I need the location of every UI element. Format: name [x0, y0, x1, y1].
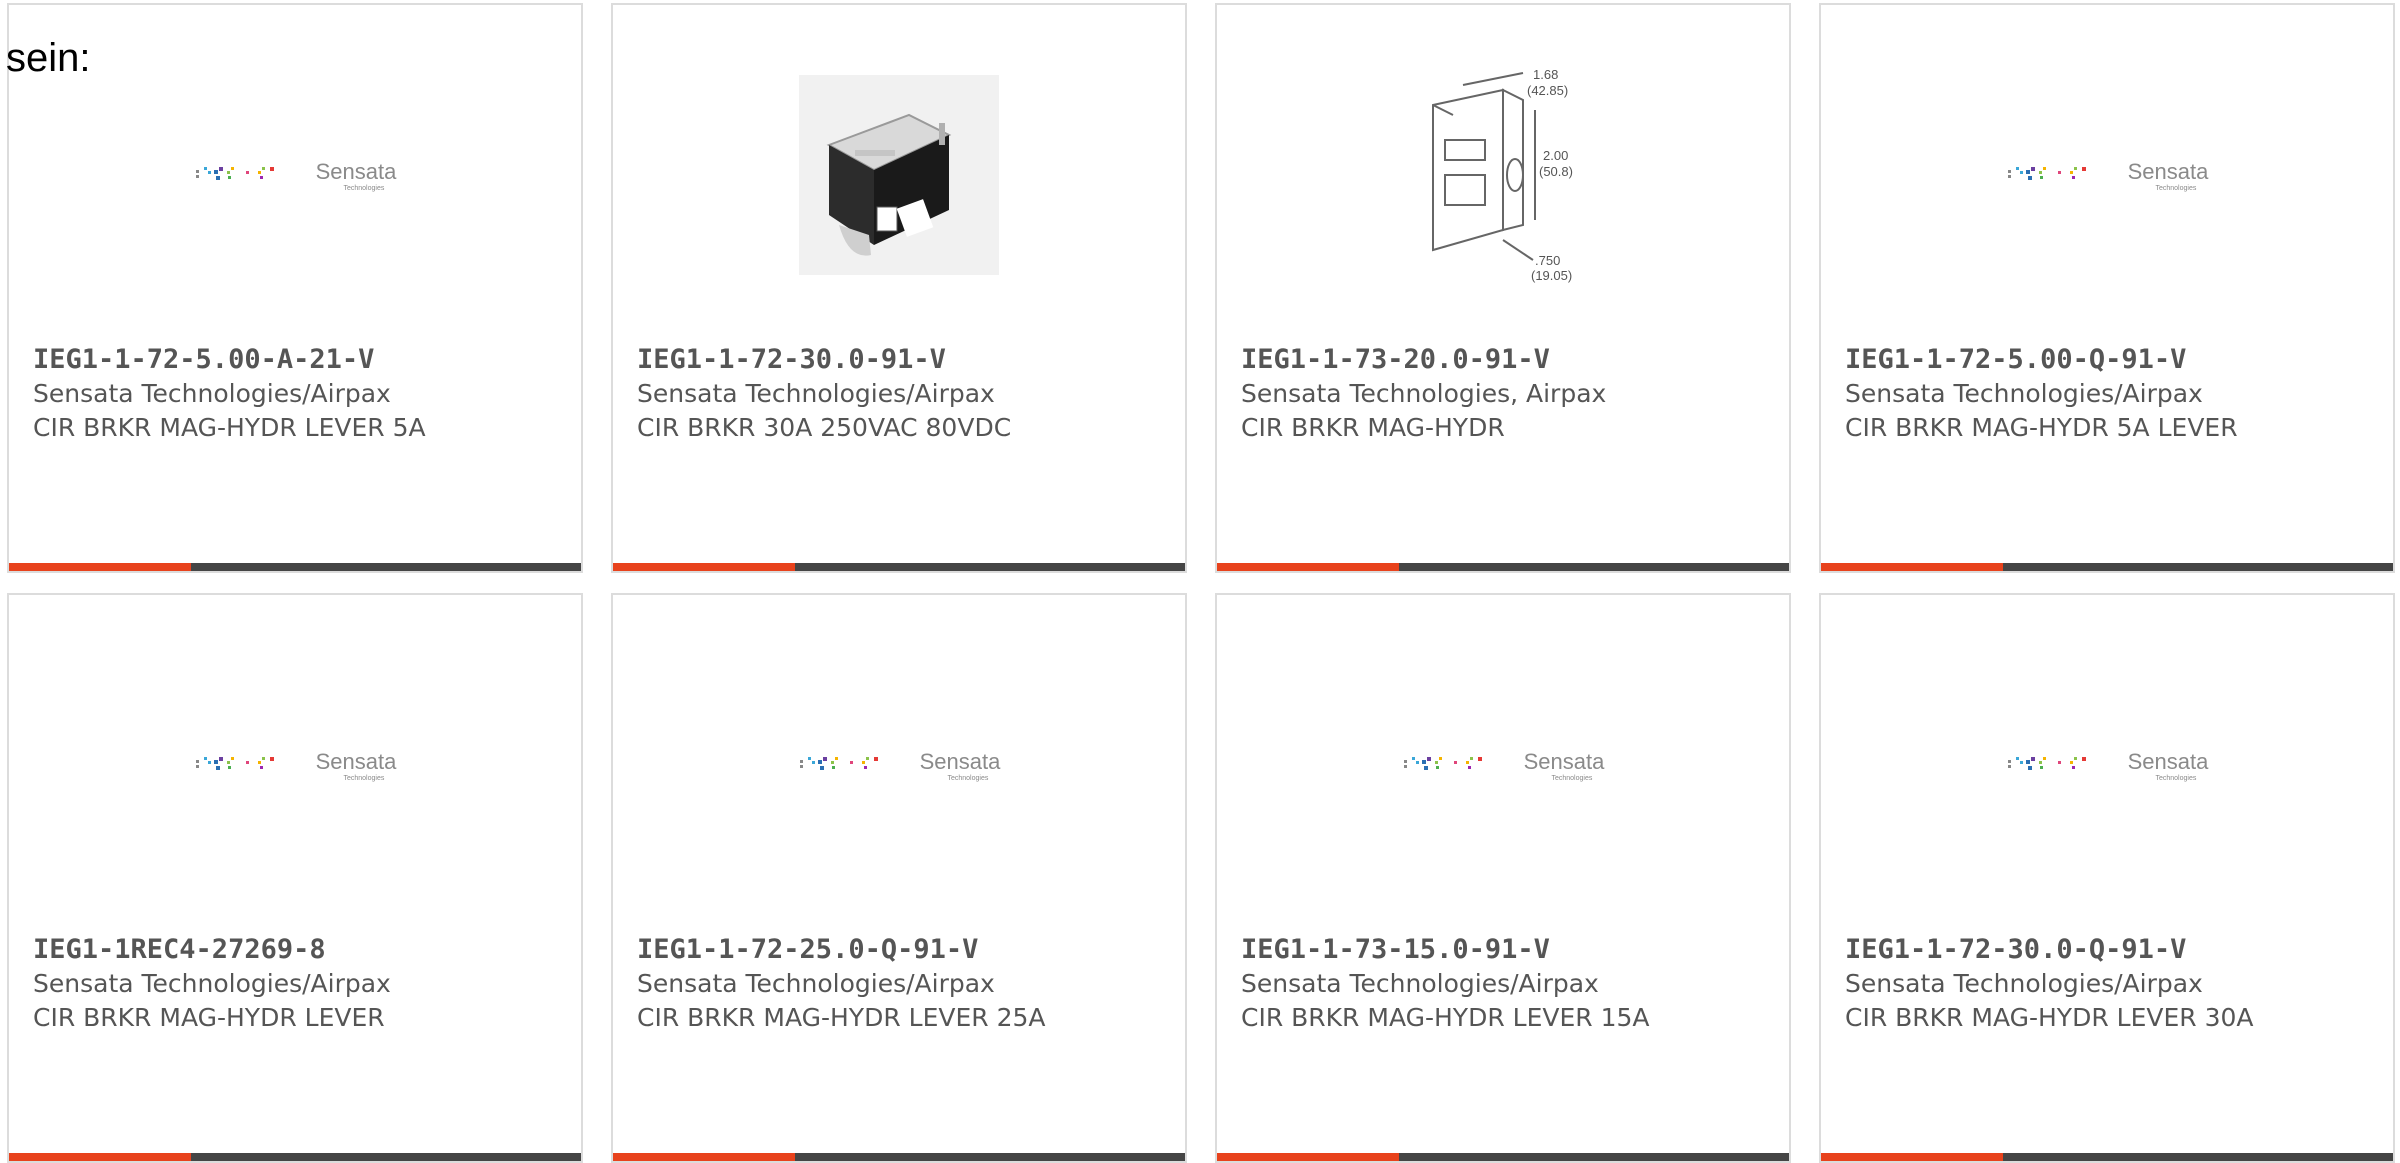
part-number[interactable]: IEG1-1-72-5.00-A-21-V [33, 343, 571, 377]
description: CIR BRKR 30A 250VAC 80VDC [637, 413, 1012, 442]
sensata-logo: Sensata Technologies [798, 748, 1001, 783]
sensata-dots-icon [195, 166, 274, 180]
dim-right: 2.00 [1543, 148, 1568, 163]
part-number[interactable]: IEG1-1-73-20.0-91-V [1241, 343, 1779, 377]
logo-brand: Sensata [1523, 748, 1605, 774]
card-accent [1821, 563, 2003, 571]
part-number[interactable]: IEG1-1-72-25.0-Q-91-V [637, 933, 1175, 967]
product-card[interactable]: Sensata Technologies IEG1-1-72-30.0-Q-91… [1819, 593, 2395, 1163]
intro-text: sein: [6, 36, 91, 80]
logo-brand: Sensata [315, 748, 397, 774]
logo-sub: Technologies [343, 184, 385, 192]
sensata-dots-icon [195, 756, 274, 770]
card-bottom-bar [613, 1153, 1185, 1161]
card-bottom-bar [1217, 1153, 1789, 1161]
product-image[interactable]: Sensata Technologies [613, 645, 1185, 885]
sensata-dots-icon [2007, 166, 2086, 180]
description: CIR BRKR MAG-HYDR 5A LEVER [1845, 413, 2238, 442]
product-image[interactable] [613, 55, 1185, 295]
product-card[interactable]: Sensata Technologies IEG1-1-72-5.00-A-21… [7, 3, 583, 573]
product-card[interactable]: Sensata Technologies IEG1-1REC4-27269-8 … [7, 593, 583, 1163]
product-image[interactable]: Sensata Technologies [1217, 645, 1789, 885]
sensata-logo: Sensata Technologies [2006, 748, 2209, 783]
logo-sub: Technologies [343, 774, 385, 782]
card-bottom-bar [1821, 563, 2393, 571]
manufacturer: Sensata Technologies, Airpax [1241, 379, 1607, 408]
manufacturer: Sensata Technologies/Airpax [637, 379, 995, 408]
sensata-logo: Sensata Technologies [2006, 158, 2209, 193]
description: CIR BRKR MAG-HYDR LEVER 25A [637, 1003, 1046, 1032]
card-accent [1217, 563, 1399, 571]
description: CIR BRKR MAG-HYDR LEVER 30A [1845, 1003, 2254, 1032]
dim-top: 1.68 [1533, 67, 1558, 82]
card-bottom-bar [9, 563, 581, 571]
logo-sub: Technologies [947, 774, 989, 782]
sensata-dots-icon [799, 756, 878, 770]
product-image[interactable]: 1.68 (42.85) 2.00 (50.8) .750 (19.05) [1217, 55, 1789, 295]
product-card[interactable]: 1.68 (42.85) 2.00 (50.8) .750 (19.05) IE… [1215, 3, 1791, 573]
description: CIR BRKR MAG-HYDR LEVER 15A [1241, 1003, 1650, 1032]
product-card[interactable]: Sensata Technologies IEG1-1-72-25.0-Q-91… [611, 593, 1187, 1163]
logo-sub: Technologies [2155, 774, 2197, 782]
manufacturer: Sensata Technologies/Airpax [1845, 379, 2203, 408]
product-card[interactable]: Sensata Technologies IEG1-1-73-15.0-91-V… [1215, 593, 1791, 1163]
part-number[interactable]: IEG1-1-72-30.0-Q-91-V [1845, 933, 2383, 967]
part-number[interactable]: IEG1-1-73-15.0-91-V [1241, 933, 1779, 967]
sensata-dots-icon [2007, 756, 2086, 770]
description: CIR BRKR MAG-HYDR LEVER 5A [33, 413, 426, 442]
manufacturer: Sensata Technologies/Airpax [1241, 969, 1599, 998]
product-grid: Sensata Technologies IEG1-1-72-5.00-A-21… [7, 3, 2400, 1163]
sensata-logo: Sensata Technologies [194, 748, 397, 783]
card-accent [9, 1153, 191, 1161]
product-image[interactable]: Sensata Technologies [1821, 55, 2393, 295]
card-bottom-bar [9, 1153, 581, 1161]
part-number[interactable]: IEG1-1REC4-27269-8 [33, 933, 571, 967]
logo-sub: Technologies [1551, 774, 1593, 782]
description: CIR BRKR MAG-HYDR [1241, 413, 1505, 442]
card-accent [9, 563, 191, 571]
sensata-logo: Sensata Technologies [1402, 748, 1605, 783]
sensata-dots-icon [1403, 756, 1482, 770]
logo-brand: Sensata [2127, 158, 2209, 184]
part-number[interactable]: IEG1-1-72-30.0-91-V [637, 343, 1175, 377]
product-card[interactable]: Sensata Technologies IEG1-1-72-5.00-Q-91… [1819, 3, 2395, 573]
card-accent [1217, 1153, 1399, 1161]
dim-bottom: .750 [1535, 253, 1560, 268]
manufacturer: Sensata Technologies/Airpax [637, 969, 995, 998]
product-image[interactable]: Sensata Technologies [9, 645, 581, 885]
breaker-drawing-icon: 1.68 (42.85) 2.00 (50.8) .750 (19.05) [1432, 67, 1573, 283]
product-image[interactable]: Sensata Technologies [1821, 645, 2393, 885]
card-bottom-bar [1217, 563, 1789, 571]
manufacturer: Sensata Technologies/Airpax [33, 969, 391, 998]
product-card[interactable]: IEG1-1-72-30.0-91-V Sensata Technologies… [611, 3, 1187, 573]
logo-brand: Sensata [919, 748, 1001, 774]
manufacturer: Sensata Technologies/Airpax [33, 379, 391, 408]
breaker-photo-icon [799, 75, 999, 275]
dim-top-mm: (42.85) [1527, 83, 1568, 98]
part-number[interactable]: IEG1-1-72-5.00-Q-91-V [1845, 343, 2383, 377]
card-accent [613, 1153, 795, 1161]
card-bottom-bar [613, 563, 1185, 571]
dim-bottom-mm: (19.05) [1531, 268, 1572, 283]
card-accent [1821, 1153, 2003, 1161]
sensata-logo: Sensata Technologies [194, 158, 397, 193]
card-bottom-bar [1821, 1153, 2393, 1161]
manufacturer: Sensata Technologies/Airpax [1845, 969, 2203, 998]
logo-brand: Sensata [315, 158, 397, 184]
card-accent [613, 563, 795, 571]
logo-brand: Sensata [2127, 748, 2209, 774]
description: CIR BRKR MAG-HYDR LEVER [33, 1003, 385, 1032]
logo-sub: Technologies [2155, 184, 2197, 192]
product-image[interactable]: Sensata Technologies [9, 55, 581, 295]
dim-right-mm: (50.8) [1539, 164, 1573, 179]
